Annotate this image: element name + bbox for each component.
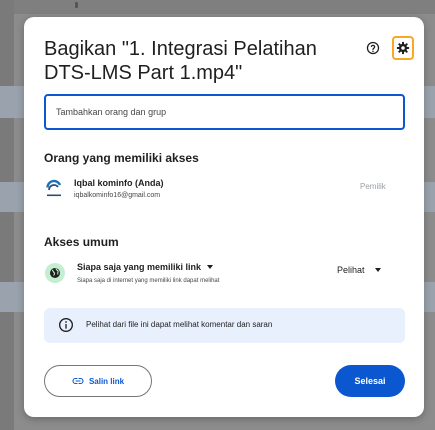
link-role-value: Pelihat (337, 265, 365, 275)
copy-link-button[interactable]: Salin link (44, 365, 152, 397)
copy-link-label: Salin link (88, 376, 125, 386)
kominfo-logo-avatar (44, 179, 64, 199)
link-role-dropdown[interactable]: Pelihat (337, 265, 381, 275)
general-access-description: Siapa saja di internet yang memiliki lin… (77, 278, 220, 284)
owner-role: Pemilik (360, 182, 386, 191)
background-top-bar (0, 0, 435, 14)
owner-email: iqbalkominfo16@gmail.com (74, 192, 161, 199)
caret-down-icon (374, 268, 381, 272)
info-icon (59, 318, 73, 332)
settings-button[interactable] (392, 36, 414, 60)
background-menu-dot (75, 2, 78, 8)
share-dialog: Bagikan "1. Integrasi Pelatihan DTS-LMS … (24, 17, 424, 417)
add-people-input[interactable] (44, 94, 405, 130)
general-access-heading: Akses umum (44, 235, 119, 249)
people-with-access-heading: Orang yang memiliki akses (44, 151, 199, 165)
done-button[interactable]: Selesai (335, 365, 405, 397)
info-banner: Pelihat dari file ini dapat melihat kome… (44, 308, 405, 343)
link-icon (72, 377, 84, 385)
dialog-title: Bagikan "1. Integrasi Pelatihan DTS-LMS … (44, 38, 317, 84)
general-access-option: Siapa saja yang memiliki link (77, 262, 202, 272)
gear-icon (396, 41, 410, 55)
caret-down-icon (207, 265, 214, 269)
background-left-edge (0, 0, 14, 430)
globe-icon (45, 263, 65, 283)
help-circle-icon[interactable] (364, 39, 382, 57)
info-text: Pelihat dari file ini dapat melihat kome… (86, 320, 273, 329)
general-access-dropdown[interactable]: Siapa saja yang memiliki link (77, 262, 214, 272)
owner-name: Iqbal kominfo (Anda) (74, 178, 164, 188)
